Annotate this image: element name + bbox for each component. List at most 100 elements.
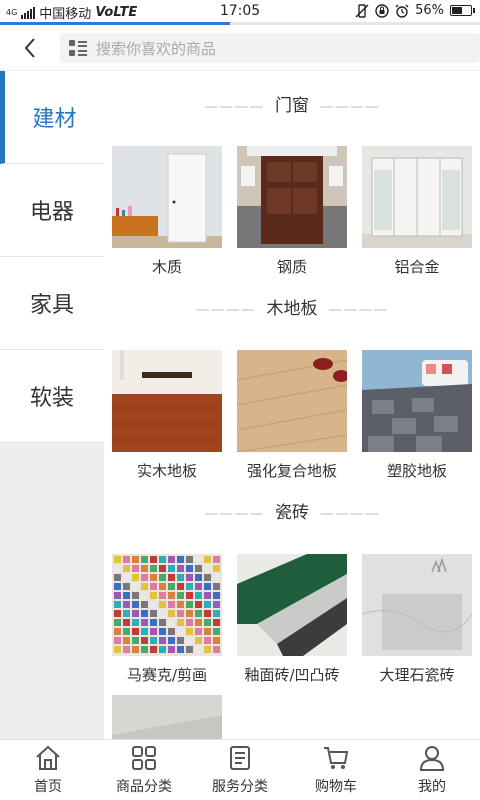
mosaic-tile — [186, 610, 193, 617]
alarm-icon — [395, 4, 409, 18]
mosaic-tile — [150, 574, 157, 581]
mosaic-tile — [168, 619, 175, 626]
mosaic-tile — [123, 646, 130, 653]
mosaic-tile — [204, 628, 211, 635]
product-label: 釉面砖/凹凸砖 — [244, 666, 340, 684]
mosaic-tile — [195, 583, 202, 590]
mosaic-tile — [114, 592, 121, 599]
nav-shopping-cart[interactable]: 购物车 — [288, 744, 384, 796]
mosaic-tile — [159, 583, 166, 590]
mosaic-tile — [186, 574, 193, 581]
mosaic-tile — [195, 637, 202, 644]
mosaic-tile — [186, 628, 193, 635]
mosaic-tile — [114, 556, 121, 563]
product-item-mosaic-tile[interactable]: 马赛克/剪画 — [112, 554, 222, 685]
mosaic-tile — [132, 637, 139, 644]
mosaic-tile — [204, 601, 211, 608]
product-label: 马赛克/剪画 — [126, 666, 208, 684]
mosaic-tile — [123, 610, 130, 617]
mosaic-tile — [114, 637, 121, 644]
mosaic-tile — [150, 610, 157, 617]
sidebar-item-soft-furnishings[interactable]: 软装 — [0, 350, 104, 443]
nav-my-account[interactable]: 我的 — [384, 744, 480, 796]
mosaic-tile — [132, 556, 139, 563]
mosaic-tile — [168, 601, 175, 608]
nav-product-categories[interactable]: 商品分类 — [96, 744, 192, 796]
mosaic-tile — [213, 574, 220, 581]
mosaic-tile — [186, 583, 193, 590]
mosaic-tile — [213, 556, 220, 563]
mosaic-tile — [204, 556, 211, 563]
mosaic-tile — [159, 637, 166, 644]
mosaic-tile — [186, 556, 193, 563]
product-item-solid-wood-floor[interactable]: 实木地板 — [112, 350, 222, 481]
nav-service-categories[interactable]: 服务分类 — [192, 744, 288, 796]
mosaic-tile — [186, 646, 193, 653]
mosaic-tile — [114, 565, 121, 572]
top-header: 搜索你喜欢的商品 — [0, 25, 480, 71]
mosaic-tile — [168, 556, 175, 563]
mosaic-tile — [123, 619, 130, 626]
mosaic-tile — [168, 565, 175, 572]
mosaic-tile — [213, 646, 220, 653]
mosaic-tile — [177, 619, 184, 626]
mosaic-tile — [150, 583, 157, 590]
mosaic-tile — [132, 646, 139, 653]
product-item-partial[interactable] — [112, 695, 222, 739]
mosaic-tile — [204, 619, 211, 626]
mosaic-tile — [159, 556, 166, 563]
mosaic-tile — [159, 646, 166, 653]
mosaic-tile — [159, 592, 166, 599]
mosaic-tile — [132, 565, 139, 572]
document-icon — [230, 746, 250, 770]
mosaic-tile — [204, 646, 211, 653]
mosaic-tile — [141, 592, 148, 599]
mosaic-tile — [204, 574, 211, 581]
mosaic-tile — [204, 592, 211, 599]
sidebar-item-building-materials[interactable]: 建材 — [0, 71, 104, 164]
mosaic-tile — [114, 619, 121, 626]
product-item-steel-door[interactable]: 钢质 — [237, 146, 347, 277]
product-item-wood-door[interactable]: 木质 — [112, 146, 222, 277]
product-label: 木质 — [151, 258, 182, 276]
mosaic-tile — [114, 601, 121, 608]
mosaic-tile — [204, 583, 211, 590]
product-item-glazed-tile[interactable]: 釉面砖/凹凸砖 — [237, 554, 347, 685]
mosaic-tile — [141, 610, 148, 617]
mosaic-tile — [114, 628, 121, 635]
list-icon — [69, 40, 87, 56]
back-button[interactable] — [18, 35, 42, 61]
mosaic-tile — [195, 610, 202, 617]
battery-level-fill — [452, 7, 463, 14]
product-item-laminate-floor[interactable]: 强化复合地板 — [237, 350, 347, 481]
mosaic-tile — [141, 646, 148, 653]
product-item-aluminum-door[interactable]: 铝合金 — [362, 146, 472, 277]
mosaic-tile — [195, 646, 202, 653]
mosaic-tile — [141, 601, 148, 608]
mosaic-tile — [150, 619, 157, 626]
mosaic-tile — [213, 610, 220, 617]
product-item-vinyl-floor[interactable]: 塑胶地板 — [362, 350, 472, 481]
category-sidebar: 建材 电器 家具 软装 — [0, 71, 104, 739]
nav-home[interactable]: 首页 — [0, 744, 96, 796]
mosaic-tile — [132, 574, 139, 581]
marble-tile-image — [362, 554, 472, 656]
section-title-tiles: ———— 瓷砖 ———— — [204, 503, 380, 523]
mosaic-tile — [141, 628, 148, 635]
mosaic-tile — [195, 601, 202, 608]
mosaic-tile — [168, 610, 175, 617]
mosaic-tile — [204, 610, 211, 617]
mosaic-tile — [195, 619, 202, 626]
search-input[interactable]: 搜索你喜欢的商品 — [60, 33, 480, 63]
mosaic-tile — [123, 556, 130, 563]
sidebar-item-appliances[interactable]: 电器 — [0, 164, 104, 257]
mosaic-tile — [123, 601, 130, 608]
mosaic-tile — [141, 565, 148, 572]
search-placeholder: 搜索你喜欢的商品 — [96, 39, 217, 58]
mosaic-tile — [114, 610, 121, 617]
product-item-marble-tile[interactable]: 大理石瓷砖 — [362, 554, 472, 685]
lock-rotation-icon — [375, 3, 389, 18]
mosaic-tile — [186, 619, 193, 626]
sidebar-item-furniture[interactable]: 家具 — [0, 257, 104, 350]
mosaic-tile — [141, 556, 148, 563]
